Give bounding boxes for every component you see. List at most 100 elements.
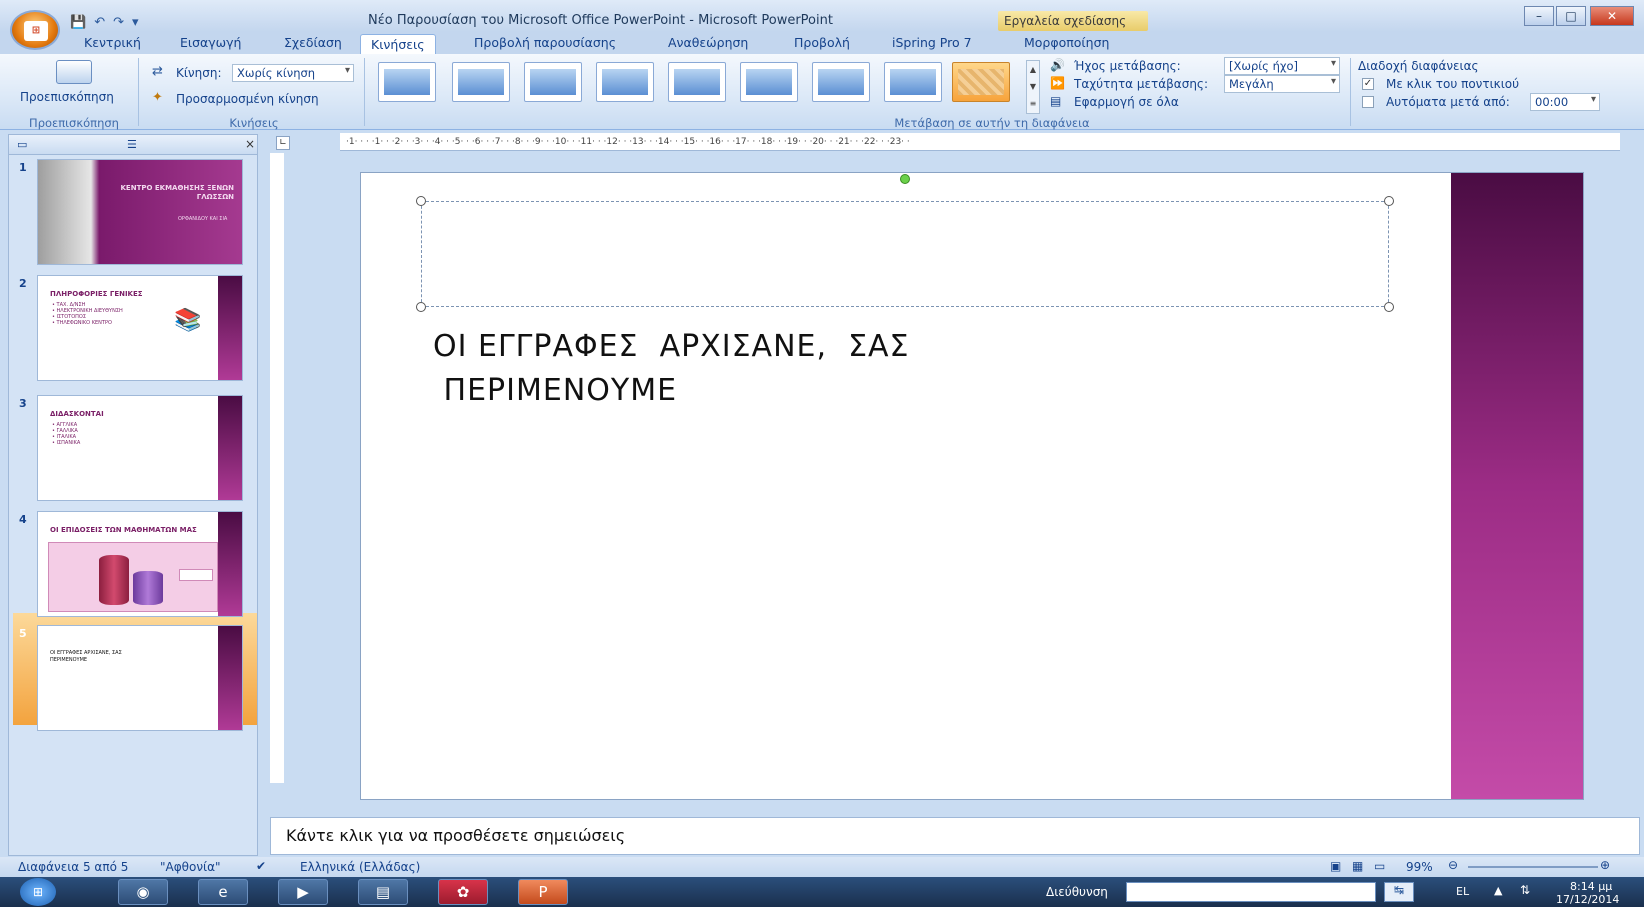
save-icon[interactable]: 💾 xyxy=(70,15,86,30)
resize-handle[interactable] xyxy=(416,302,426,312)
preview-button[interactable]: Προεπισκόπηση xyxy=(20,90,114,104)
title-placeholder[interactable] xyxy=(416,174,1394,312)
context-tab-drawing-tools[interactable]: Εργαλεία σχεδίασης xyxy=(998,11,1148,31)
tab-view[interactable]: Προβολή xyxy=(794,35,850,54)
group-label-animations: Κινήσεις xyxy=(229,116,279,130)
auto-after-time-input[interactable]: 00:00 xyxy=(1530,93,1600,111)
slide-sorter-icon[interactable]: ▦ xyxy=(1352,859,1363,873)
slide-number: 4 xyxy=(19,513,27,526)
maximize-button[interactable]: □ xyxy=(1556,6,1586,26)
animation-dropdown[interactable]: Χωρίς κίνηση xyxy=(232,64,354,82)
slide-canvas[interactable]: ΟΙ ΕΓΓΡΑΦΕΣ ΑΡΧΙΣΑΝΕ, ΣΑΣ ΠΕΡΙΜΕΝΟΥΜΕ xyxy=(360,172,1584,800)
spellcheck-icon[interactable]: ✔ xyxy=(256,859,266,873)
group-separator xyxy=(138,58,139,126)
transition-random-bars[interactable] xyxy=(884,62,942,102)
apply-to-all-button[interactable]: Εφαρμογή σε όλα xyxy=(1074,95,1179,109)
transition-cover-down-left[interactable] xyxy=(452,62,510,102)
input-language[interactable]: EL xyxy=(1456,885,1469,898)
slide-thumbnail-5[interactable]: ΟΙ ΕΓΓΡΑΦΕΣ ΑΡΧΙΣΑΝΕ, ΣΑΣ ΠΕΡΙΜΕΝΟΥΜΕ xyxy=(37,625,243,731)
minimize-button[interactable]: – xyxy=(1524,6,1554,26)
on-click-checkbox[interactable]: ✓ xyxy=(1362,78,1374,90)
tab-insert[interactable]: Εισαγωγή xyxy=(180,35,241,54)
zoom-slider[interactable] xyxy=(1468,866,1598,868)
slide-number: 2 xyxy=(19,277,27,290)
transition-speed-dropdown[interactable]: Μεγάλη xyxy=(1224,75,1340,93)
language-status[interactable]: Ελληνικά (Ελλάδας) xyxy=(300,860,420,874)
slide-thumbnail-1[interactable]: ΚΕΝΤΡΟ ΕΚΜΑΘΗΣΗΣ ΞΕΝΩΝ ΓΛΩΣΣΩΝ ΟΡΦΑΝΙΔΟΥ… xyxy=(37,159,243,265)
notes-pane[interactable]: Κάντε κλικ για να προσθέσετε σημειώσεις xyxy=(270,817,1640,855)
transition-push-down[interactable] xyxy=(740,62,798,102)
animation-icon: ⇄ xyxy=(152,64,163,79)
tab-format[interactable]: Μορφοποίηση xyxy=(1024,35,1109,54)
close-pane-icon[interactable]: × xyxy=(245,137,255,151)
windows-taskbar: ⊞ ◉ e ▶ ▤ ✿ P Διεύθυνση ↹ EL ▲ ⇅ 8:14 μμ… xyxy=(0,877,1644,907)
resize-handle[interactable] xyxy=(1384,302,1394,312)
slide-body-text[interactable]: ΟΙ ΕΓΓΡΑΦΕΣ ΑΡΧΙΣΑΝΕ, ΣΑΣ ΠΕΡΙΜΕΝΟΥΜΕ xyxy=(433,325,910,413)
powerpoint-icon[interactable]: P xyxy=(518,879,568,905)
auto-after-checkbox[interactable] xyxy=(1362,96,1374,108)
group-label-preview: Προεπισκόπηση xyxy=(29,116,119,130)
slides-panel: ▭ ☰ × 1 ΚΕΝΤΡΟ ΕΚΜΑΘΗΣΗΣ ΞΕΝΩΝ ΓΛΩΣΣΩΝ Ο… xyxy=(8,134,258,856)
transition-sound-dropdown[interactable]: [Χωρίς ήχο] xyxy=(1224,57,1340,75)
resize-handle[interactable] xyxy=(1384,196,1394,206)
go-icon[interactable]: ↹ xyxy=(1384,882,1414,902)
office-button[interactable]: ⊞ xyxy=(10,10,60,50)
network-icon[interactable]: ⇅ xyxy=(1520,883,1530,897)
close-button[interactable]: ✕ xyxy=(1590,6,1634,26)
start-button[interactable]: ⊞ xyxy=(20,878,56,906)
custom-animation-button[interactable]: Προσαρμοσμένη κίνηση xyxy=(176,92,319,106)
slide-number: 1 xyxy=(19,161,27,174)
clock-time[interactable]: 8:14 μμ xyxy=(1570,880,1612,893)
slides-tab-icon[interactable]: ▭ xyxy=(17,138,27,151)
tray-expand-icon[interactable]: ▲ xyxy=(1494,884,1502,897)
tab-slide-show[interactable]: Προβολή παρουσίασης xyxy=(474,35,616,54)
zoom-out-icon[interactable]: ⊖ xyxy=(1448,858,1458,872)
transition-cover-up-left[interactable] xyxy=(524,62,582,102)
tab-design[interactable]: Σχεδίαση xyxy=(284,35,342,54)
internet-explorer-icon[interactable]: e xyxy=(198,879,248,905)
slide-show-icon[interactable]: ▭ xyxy=(1374,859,1385,873)
animation-label: Κίνηση: xyxy=(176,66,222,80)
transition-cover-down-right[interactable] xyxy=(596,62,654,102)
tab-review[interactable]: Αναθεώρηση xyxy=(668,35,748,54)
undo-icon[interactable]: ↶ xyxy=(94,15,105,30)
file-explorer-icon[interactable]: ▤ xyxy=(358,879,408,905)
gallery-scroll[interactable]: ▲ ▼ ≡ xyxy=(1026,60,1040,114)
preview-icon[interactable] xyxy=(56,60,92,84)
title-bar: Νέο Παρουσίαση του Microsoft Office Powe… xyxy=(0,0,1644,32)
apply-all-icon: ▤ xyxy=(1050,94,1062,108)
zoom-in-icon[interactable]: ⊕ xyxy=(1600,858,1610,872)
rotate-handle[interactable] xyxy=(900,174,910,184)
app-icon[interactable]: ✿ xyxy=(438,879,488,905)
slide-4-title: ΟΙ ΕΠΙΔΟΣΕΙΣ ΤΩΝ ΜΑΘΗΜΑΤΩΝ ΜΑΣ xyxy=(50,526,197,534)
normal-view-icon[interactable]: ▣ xyxy=(1330,859,1341,873)
zoom-level[interactable]: 99% xyxy=(1406,860,1433,874)
tab-ispring[interactable]: iSpring Pro 7 xyxy=(892,35,972,54)
slide-5-title: ΟΙ ΕΓΓΡΑΦΕΣ ΑΡΧΙΣΑΝΕ, ΣΑΣ ΠΕΡΙΜΕΝΟΥΜΕ xyxy=(50,650,122,663)
tab-stop-selector[interactable]: ∟ xyxy=(276,136,290,150)
slide-thumbnail-4[interactable]: ΟΙ ΕΠΙΔΟΣΕΙΣ ΤΩΝ ΜΑΘΗΜΑΤΩΝ ΜΑΣ xyxy=(37,511,243,617)
transition-speed-label: Ταχύτητα μετάβασης: xyxy=(1074,77,1209,91)
slide-thumbnail-3[interactable]: ΔΙΔΑΣΚΟΝΤΑΙ • ΑΓΓΛΙΚΑ • ΓΑΛΛΙΚΑ • ΙΤΑΛΙΚ… xyxy=(37,395,243,501)
tab-home[interactable]: Κεντρική xyxy=(84,35,141,54)
tab-animations[interactable]: Κινήσεις xyxy=(360,34,436,55)
theme-status: "Αφθονία" xyxy=(160,860,221,874)
resize-handle[interactable] xyxy=(416,196,426,206)
clock-date[interactable]: 17/12/2014 xyxy=(1556,893,1619,906)
horizontal-ruler[interactable]: ·1· · · ·1· · ·2· · ·3· · ·4· · ·5· · ·6… xyxy=(340,133,1620,151)
transition-none-thumb[interactable] xyxy=(378,62,436,102)
custom-animation-icon: ✦ xyxy=(152,90,163,105)
address-input[interactable] xyxy=(1126,882,1376,902)
slide-thumbnail-2[interactable]: ΠΛΗΡΟΦΟΡΙΕΣ ΓΕΝΙΚΕΣ • ΤΑΧ. Δ/ΝΣΗ • ΗΛΕΚΤ… xyxy=(37,275,243,381)
address-label: Διεύθυνση xyxy=(1046,885,1108,899)
firefox-icon[interactable]: ◉ xyxy=(118,879,168,905)
vertical-ruler[interactable] xyxy=(270,153,284,783)
office-logo-icon: ⊞ xyxy=(24,21,48,41)
redo-icon[interactable]: ↷ xyxy=(113,15,124,30)
customize-qat-icon[interactable]: ▾ xyxy=(132,15,139,30)
outline-tab-icon[interactable]: ☰ xyxy=(127,138,137,151)
media-player-icon[interactable]: ▶ xyxy=(278,879,328,905)
transition-push-right[interactable] xyxy=(812,62,870,102)
transition-cover-up-right[interactable] xyxy=(668,62,726,102)
transition-checkerboard-selected[interactable] xyxy=(952,62,1010,102)
